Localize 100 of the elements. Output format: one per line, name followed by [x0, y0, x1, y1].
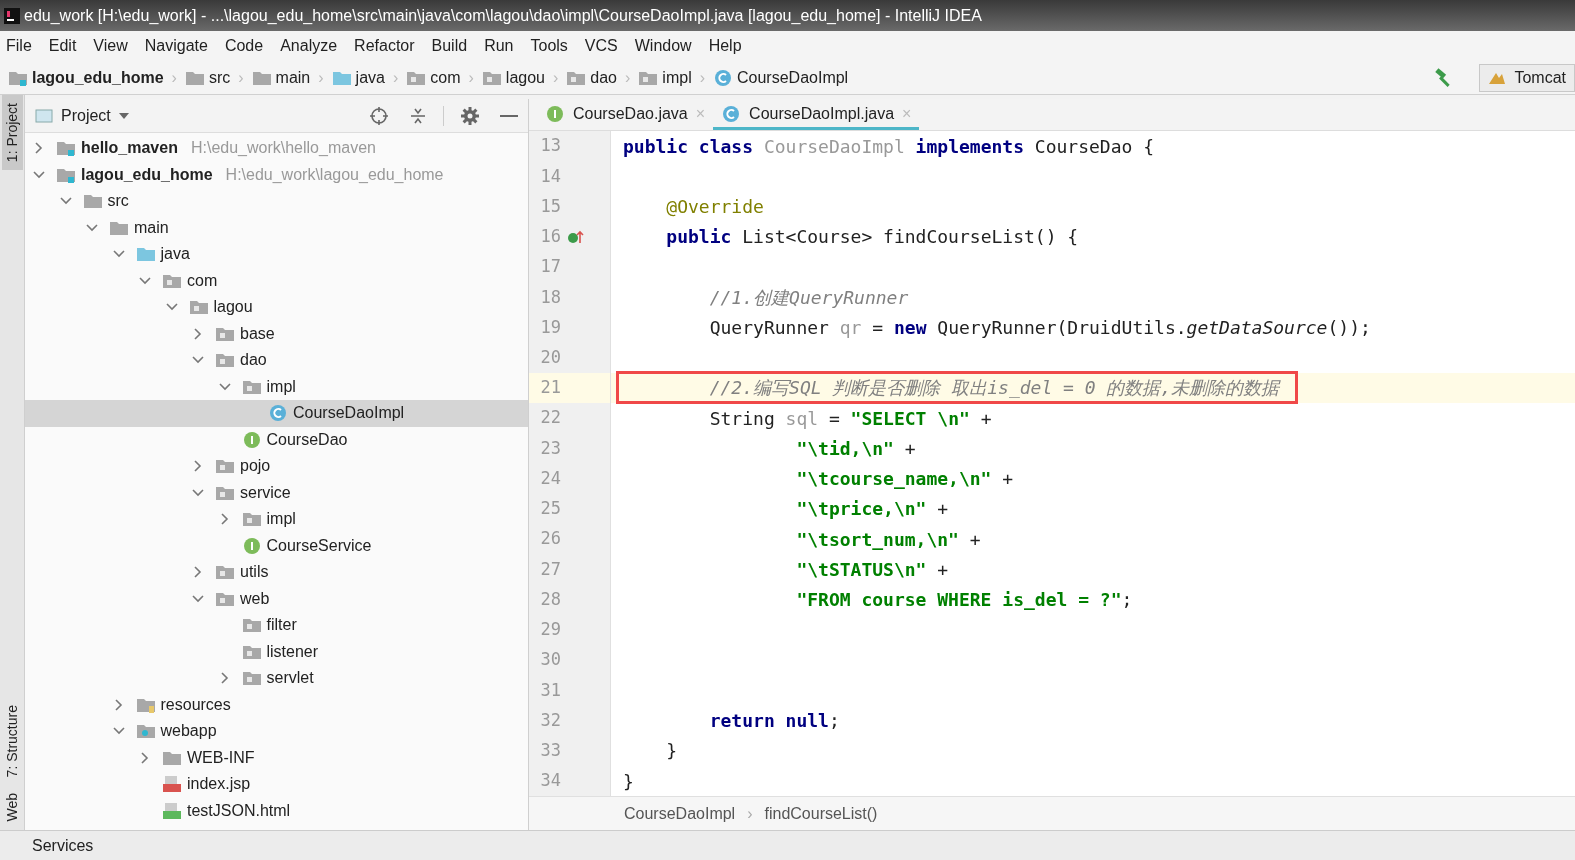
menu-item[interactable]: View [93, 34, 128, 58]
line-number: 25 [539, 497, 561, 521]
tree-item[interactable]: lagou [25, 294, 528, 321]
tool-window-label[interactable]: Services [32, 833, 94, 858]
package-icon [188, 298, 209, 317]
window-title: edu_work [H:\edu_work] - ...\lagou_edu_home\src\main\java\com\lagou\dao\impl\CourseDaoImpl.java [lagou_edu_home] - IntelliJ IDEA [24, 5, 982, 26]
breadcrumb-item[interactable]: lagou [505, 65, 545, 90]
package-icon [241, 669, 262, 688]
tool-window-tab[interactable]: 1: Project [1, 95, 23, 171]
menu-item[interactable]: Navigate [144, 34, 208, 58]
breadcrumb-item[interactable]: CourseDaoImpl [624, 801, 736, 826]
chevron-down-icon[interactable] [192, 486, 204, 499]
breadcrumb-separator: › [553, 67, 559, 88]
menu-item[interactable]: Tools [530, 34, 568, 58]
caret-icon[interactable] [118, 112, 129, 119]
tree-item[interactable]: webapp [25, 718, 528, 745]
tree-item[interactable]: lagou_edu_home H:\edu_work\lagou_edu_home [25, 161, 528, 188]
tree-item[interactable]: service [25, 479, 528, 506]
run-configuration-dropdown[interactable]: Tomcat [1479, 63, 1575, 92]
breadcrumb-separator: › [171, 67, 177, 88]
menu-item[interactable]: Window [634, 34, 692, 58]
menu-item[interactable]: Build [431, 34, 468, 58]
chevron-right-icon[interactable] [192, 566, 204, 579]
breadcrumb-item[interactable]: main [275, 65, 311, 90]
settings-icon[interactable] [460, 105, 480, 126]
tree-item[interactable]: pojo [25, 453, 528, 480]
collapse-all-icon[interactable] [409, 106, 427, 125]
tree-item[interactable]: web [25, 585, 528, 612]
chevron-down-icon[interactable] [192, 592, 204, 605]
tree-item[interactable]: resources [25, 691, 528, 718]
tree-item[interactable]: testJSON.html [25, 797, 528, 824]
tree-item[interactable]: impl [25, 506, 528, 533]
path-label: H:\edu_work\hello_maven [190, 138, 376, 159]
line-number: 26 [539, 527, 561, 551]
tree-item[interactable]: main [25, 214, 528, 241]
breadcrumb-item[interactable]: dao [590, 65, 617, 90]
tool-window-tab[interactable]: Web [1, 785, 23, 830]
code-line: //1.创建QueryRunner [708, 285, 910, 310]
tree-item[interactable]: utils [25, 559, 528, 586]
tree-item[interactable]: src [25, 188, 528, 215]
chevron-down-icon[interactable] [218, 380, 231, 393]
chevron-right-icon[interactable] [192, 460, 204, 473]
menu-item[interactable]: File [6, 34, 32, 58]
line-number: 29 [539, 618, 561, 642]
breadcrumb-item[interactable]: findCourseList() [764, 801, 878, 826]
menu-item[interactable]: VCS [584, 34, 618, 58]
chevron-down-icon[interactable] [33, 168, 45, 181]
chevron-right-icon[interactable] [112, 698, 125, 711]
tree-item[interactable]: CourseDaoImpl [25, 400, 528, 427]
locate-icon[interactable] [369, 105, 389, 126]
interface-icon [545, 104, 565, 123]
tree-item[interactable]: CourseService [25, 532, 528, 559]
menu-item[interactable]: Analyze [280, 34, 338, 58]
tree-item[interactable]: index.jsp [25, 771, 528, 798]
breadcrumb-item[interactable]: src [208, 65, 231, 90]
menu-item[interactable]: Run [484, 34, 514, 58]
tree-item[interactable]: hello_maven H:\edu_work\hello_maven [25, 135, 528, 162]
chevron-right-icon[interactable] [218, 672, 231, 685]
code-line: "\tprice,\n" + [795, 497, 950, 522]
breadcrumb-item[interactable]: impl [662, 65, 692, 90]
menu-item[interactable]: Code [224, 34, 264, 58]
chevron-right-icon[interactable] [192, 327, 204, 340]
code-line: "\tsort_num,\n" + [795, 527, 982, 552]
tree-item[interactable]: listener [25, 638, 528, 665]
jsp-file-icon [162, 775, 182, 794]
tree-item[interactable]: dao [25, 347, 528, 374]
path-label: H:\edu_work\lagou_edu_home [225, 164, 444, 185]
line-number: 22 [539, 406, 561, 430]
package-icon [241, 616, 262, 635]
tree-item[interactable]: filter [25, 612, 528, 639]
editor-tab[interactable]: CourseDaoImpl.java × [713, 100, 920, 130]
chevron-down-icon[interactable] [86, 221, 98, 234]
tree-item[interactable]: servlet [25, 665, 528, 692]
class-icon [268, 404, 288, 423]
tree-item[interactable]: java [25, 241, 528, 268]
chevron-right-icon[interactable] [139, 751, 151, 764]
breadcrumb-separator: › [747, 803, 753, 824]
chevron-down-icon[interactable] [139, 274, 151, 287]
line-number: 17 [539, 255, 561, 279]
panel-title[interactable]: Project [61, 103, 111, 128]
editor-tab[interactable]: CourseDao.java × [537, 100, 714, 130]
breadcrumb-item[interactable]: lagou_edu_home [32, 65, 164, 90]
tree-item[interactable]: CourseDao [25, 426, 528, 453]
tree-item[interactable]: base [25, 320, 528, 347]
chevron-right-icon[interactable] [218, 513, 231, 526]
tool-window-tab[interactable]: 7: Structure [1, 697, 23, 786]
folder-icon [82, 192, 103, 211]
code-line: "\tid,\n" + [795, 436, 917, 461]
code-line: "\tSTATUS\n" + [795, 557, 950, 582]
chevron-right-icon[interactable] [33, 142, 45, 155]
menu-item[interactable]: Help [708, 34, 742, 58]
breadcrumb-item[interactable]: com [430, 65, 461, 90]
menu-item[interactable]: Refactor [354, 34, 415, 58]
tree-item[interactable]: com [25, 267, 528, 294]
breadcrumb-item[interactable]: CourseDaoImpl [737, 65, 849, 90]
tree-item[interactable]: impl [25, 373, 528, 400]
menu-item[interactable]: Edit [48, 34, 77, 58]
breadcrumb-item[interactable]: java [355, 65, 385, 90]
implements-marker-icon[interactable] [567, 228, 585, 245]
tree-item[interactable]: WEB-INF [25, 744, 528, 771]
